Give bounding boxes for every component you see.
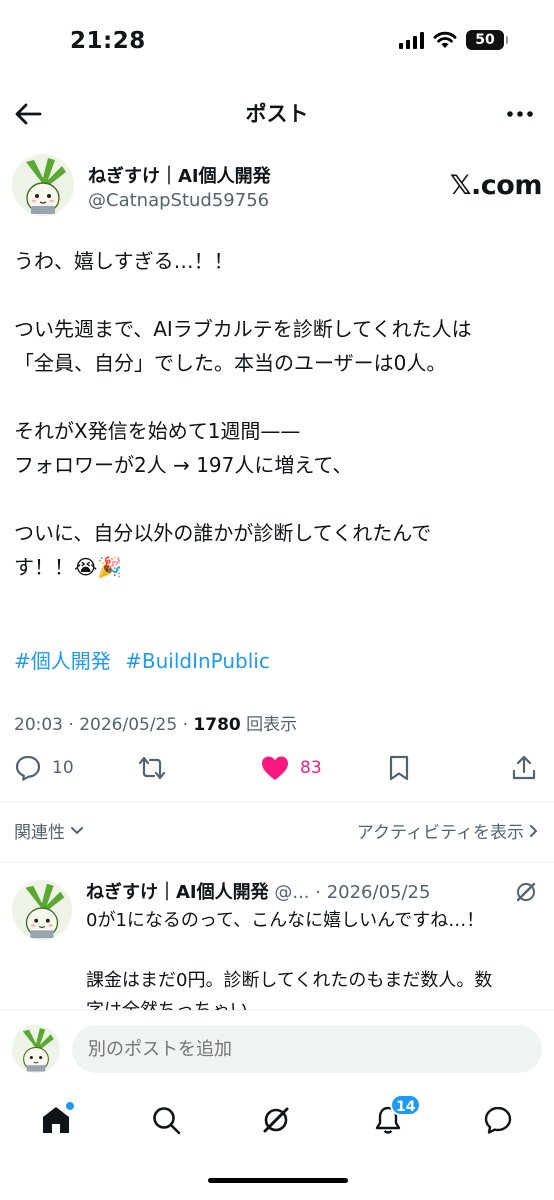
status-bar: 21:28 50 — [0, 0, 554, 84]
divider — [0, 802, 554, 803]
views-count: 1780 — [193, 715, 241, 735]
leek-character-avatar-icon — [12, 880, 72, 940]
reply-text-line — [86, 936, 542, 966]
leek-character-avatar-icon — [12, 154, 74, 216]
tab-home[interactable] — [36, 1100, 76, 1140]
status-time: 21:28 — [70, 28, 146, 54]
grok-icon — [263, 1107, 289, 1133]
views-label: 回表示 — [240, 715, 298, 735]
battery-indicator: 50 — [466, 30, 508, 50]
wifi-icon — [433, 31, 457, 48]
post-text-line: つい先週まで、AIラブカルテを診断してくれた人は — [14, 317, 472, 341]
add-post-input[interactable] — [72, 1025, 542, 1073]
like-count: 83 — [300, 758, 322, 778]
post-author: ねぎすけ｜AI個人開発 @CatnapStud59756 𝕏.com — [12, 154, 543, 218]
share-icon — [512, 755, 536, 780]
post-text: うわ、嬉しすぎる…！！ つい先週まで、AIラブカルテを診断してくれた人は 「全員… — [14, 244, 542, 584]
post-text-line: 「全員、自分」でした。本当のユーザーは0人。 — [14, 351, 447, 375]
show-activity-link[interactable]: アクティビティを表示 — [357, 818, 540, 843]
post-text-line — [14, 482, 542, 516]
post-meta: 20:03 · 2026/05/25 · 1780 回表示 — [14, 710, 297, 735]
reply-handle-date: @... · 2026/05/25 — [268, 882, 431, 903]
post-timestamp[interactable]: 20:03 · 2026/05/25 · — [14, 715, 193, 735]
reply-text: 0が1になるのって、こんなに嬉しいんですね…！ 課金はまだ0円。診断してくれたの… — [86, 906, 542, 1026]
x-com-source-label: 𝕏.com — [449, 170, 543, 201]
avatar[interactable] — [12, 154, 74, 216]
page-title: ポスト — [245, 102, 309, 126]
repost-icon — [138, 756, 166, 780]
compose-bar — [0, 1010, 554, 1088]
share-button[interactable] — [510, 754, 538, 782]
post-text-line — [14, 380, 542, 414]
heart-filled-icon — [262, 756, 288, 780]
avatar[interactable] — [12, 880, 72, 940]
reply-count: 10 — [52, 758, 74, 778]
search-icon — [153, 1107, 181, 1135]
post-text-line: す！！😭🎉 — [14, 555, 123, 579]
chevron-right-icon — [530, 824, 538, 837]
hashtags: #個人開発 #BuildInPublic — [14, 644, 278, 678]
bookmark-icon — [389, 755, 409, 781]
chevron-down-icon — [71, 826, 83, 834]
home-indicator — [208, 1178, 348, 1183]
leek-character-avatar-icon — [12, 1025, 60, 1073]
bottom-tab-bar: 14 — [0, 1088, 554, 1158]
post-header: ポスト — [0, 84, 554, 144]
tab-messages[interactable] — [478, 1100, 518, 1140]
hashtag-link[interactable]: #個人開発 — [14, 649, 111, 673]
unread-dot — [66, 1102, 74, 1110]
post-text-line: それがX発信を始めて1週間—— — [14, 419, 301, 443]
hashtag-link[interactable]: #BuildInPublic — [125, 649, 270, 673]
reply-text-line: 課金はまだ0円。診断してくれたのもまだ数人。数 — [86, 970, 493, 991]
tab-notifications[interactable]: 14 — [368, 1094, 422, 1140]
more-options-button[interactable] — [504, 98, 536, 130]
bookmark-button[interactable] — [386, 754, 412, 782]
reply-bubble-icon — [15, 755, 41, 781]
sort-label: 関連性 — [14, 823, 65, 843]
author-handle[interactable]: @CatnapStud59756 — [88, 190, 269, 211]
activity-label: アクティビティを表示 — [356, 823, 524, 843]
notifications-badge: 14 — [390, 1094, 422, 1116]
post-text-line: うわ、嬉しすぎる…！！ — [14, 249, 234, 273]
reply-button[interactable]: 10 — [14, 754, 74, 782]
cellular-signal-icon — [399, 31, 424, 49]
status-icons: 50 — [399, 30, 508, 50]
reply-author-name[interactable]: ねぎすけ｜AI個人開発 — [86, 882, 269, 903]
grok-button[interactable] — [514, 880, 538, 908]
post-text-line — [14, 278, 542, 312]
repost-button[interactable] — [136, 754, 168, 782]
reply-text-line: 0が1になるのって、こんなに嬉しいんですね…！ — [86, 910, 485, 931]
post-text-line: ついに、自分以外の誰かが診断してくれたんで — [14, 521, 432, 545]
avatar — [12, 1025, 60, 1073]
message-bubble-icon — [484, 1106, 512, 1134]
tab-grok[interactable] — [256, 1100, 296, 1140]
more-horizontal-icon — [507, 111, 533, 117]
grok-icon — [516, 882, 536, 902]
like-button[interactable]: 83 — [260, 754, 322, 782]
post-actions: 10 83 — [14, 754, 540, 794]
post-text-line: フォロワーが2人 → 197人に増えて、 — [14, 453, 353, 477]
reply-header: ねぎすけ｜AI個人開発 @... · 2026/05/25 — [86, 878, 542, 904]
tab-search[interactable] — [146, 1100, 186, 1140]
sort-relevance-dropdown[interactable]: 関連性 — [14, 818, 85, 843]
author-name[interactable]: ねぎすけ｜AI個人開発 — [88, 162, 271, 188]
divider — [0, 862, 554, 863]
